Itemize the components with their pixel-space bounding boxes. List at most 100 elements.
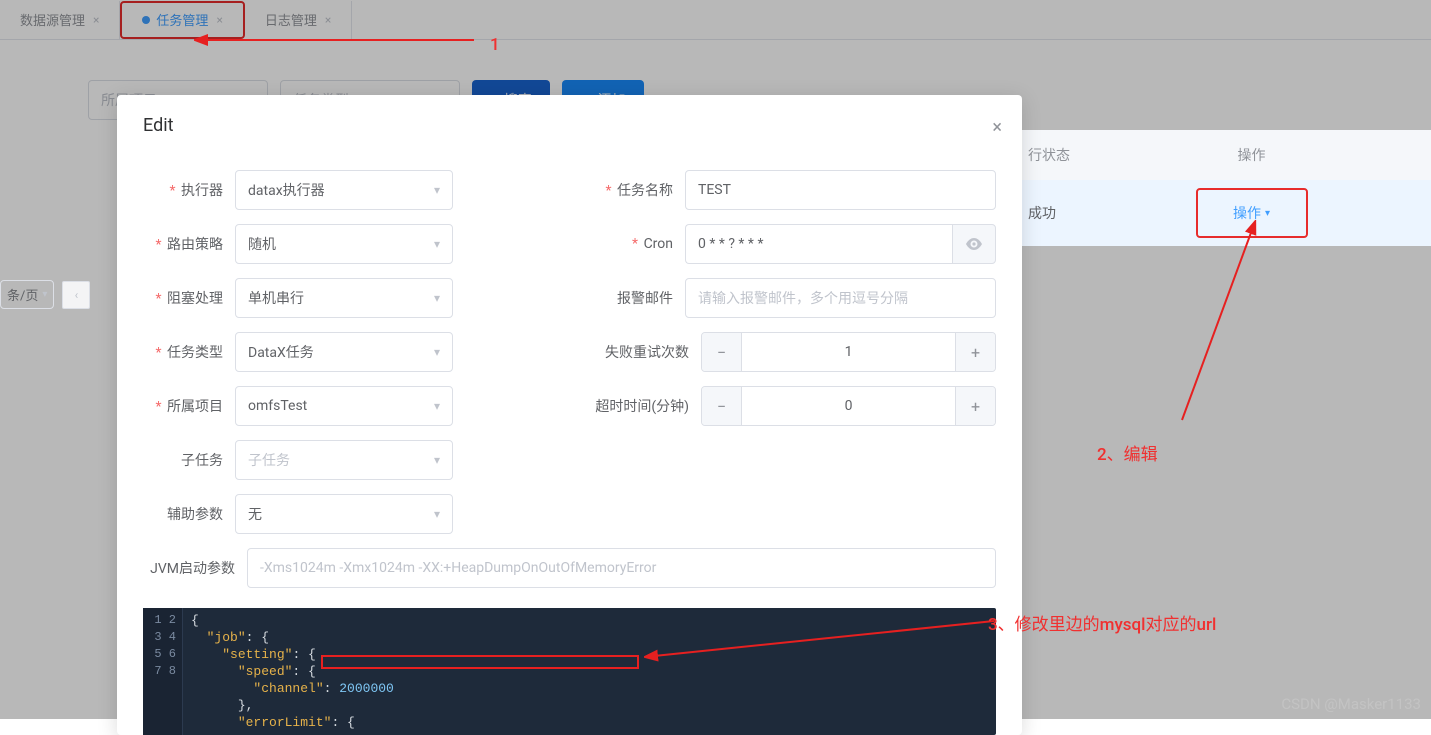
tab-data-source[interactable]: 数据源管理 × <box>0 1 120 39</box>
aux-value: 无 <box>248 504 262 524</box>
jvm-row: JVM启动参数 -Xms1024m -Xmx1024m -XX:+HeapDum… <box>143 548 996 588</box>
project-select[interactable]: omfsTest ▾ <box>235 386 453 426</box>
button-label: 操作 <box>1233 203 1261 223</box>
taskname-value: TEST <box>698 182 731 198</box>
subtask-row: 子任务 子任务 ▾ <box>143 440 453 480</box>
jvm-label: JVM启动参数 <box>143 558 247 578</box>
route-row: 路由策略 随机 ▾ <box>143 224 453 264</box>
executor-row: 执行器 datax执行器 ▾ <box>143 170 453 210</box>
highlight-box <box>321 655 639 669</box>
gutter: 1 2 3 4 5 6 7 8 <box>143 608 183 735</box>
project-label: 所属项目 <box>143 396 235 416</box>
jvm-input[interactable]: -Xms1024m -Xmx1024m -XX:+HeapDumpOnOutOf… <box>247 548 996 588</box>
active-dot-icon <box>142 16 150 24</box>
tab-label: 任务管理 <box>156 10 208 29</box>
left-column: 执行器 datax执行器 ▾ 路由策略 随机 ▾ 阻塞处理 单机串行 ▾ <box>143 170 453 534</box>
per-page-label: 条/页 <box>7 285 38 304</box>
watermark: CSDN @Masker1133 <box>1281 695 1421 713</box>
edit-modal: Edit × 执行器 datax执行器 ▾ 路由策略 随机 ▾ 阻塞处理 <box>117 95 1022 735</box>
project-row: 所属项目 omfsTest ▾ <box>143 386 453 426</box>
executor-value: datax执行器 <box>248 180 325 200</box>
aux-row: 辅助参数 无 ▾ <box>143 494 453 534</box>
tab-task-mgmt[interactable]: 任务管理 × <box>120 1 244 39</box>
operate-button[interactable]: 操作 ▾ <box>1196 188 1308 238</box>
mail-label: 报警邮件 <box>593 288 685 308</box>
close-icon[interactable]: × <box>216 13 222 27</box>
form-grid: 执行器 datax执行器 ▾ 路由策略 随机 ▾ 阻塞处理 单机串行 ▾ <box>143 170 996 534</box>
close-icon[interactable]: × <box>93 13 99 27</box>
route-value: 随机 <box>248 234 276 254</box>
route-label: 路由策略 <box>143 234 235 254</box>
table-row: 成功 操作 ▾ <box>1022 180 1431 246</box>
chevron-down-icon: ▾ <box>434 237 440 251</box>
plus-icon[interactable]: + <box>955 333 995 371</box>
mail-placeholder: 请输入报警邮件，多个用逗号分隔 <box>698 288 908 308</box>
tab-bar: 数据源管理 × 任务管理 × 日志管理 × <box>0 0 1431 40</box>
timeout-label: 超时时间(分钟) <box>593 396 701 416</box>
taskname-label: 任务名称 <box>593 180 685 200</box>
jvm-value: -Xms1024m -Xmx1024m -XX:+HeapDumpOnOutOf… <box>260 560 656 576</box>
tasktype-label: 任务类型 <box>143 342 235 362</box>
timeout-row: 超时时间(分钟) − 0 + <box>593 386 996 426</box>
retry-stepper[interactable]: − 1 + <box>701 332 996 372</box>
table-header: 行状态 操作 <box>1022 130 1431 180</box>
taskname-input[interactable]: TEST <box>685 170 996 210</box>
executor-label: 执行器 <box>143 180 235 200</box>
chevron-down-icon: ▾ <box>434 507 440 521</box>
chevron-down-icon: ▾ <box>434 183 440 197</box>
arrow-2 <box>1082 220 1282 440</box>
minus-icon[interactable]: − <box>702 333 742 371</box>
chevron-down-icon: ▾ <box>434 453 440 467</box>
close-icon[interactable]: × <box>325 13 331 27</box>
block-row: 阻塞处理 单机串行 ▾ <box>143 278 453 318</box>
mail-input[interactable]: 请输入报警邮件，多个用逗号分隔 <box>685 278 996 318</box>
eye-icon[interactable] <box>952 224 996 264</box>
minus-icon[interactable]: − <box>702 387 742 425</box>
annotation-3: 3、修改里边的mysql对应的url <box>988 610 1216 635</box>
tab-label: 数据源管理 <box>20 10 85 29</box>
chevron-down-icon: ▾ <box>42 289 47 300</box>
json-editor[interactable]: 1 2 3 4 5 6 7 8 { "job": { "setting": { … <box>143 608 996 735</box>
timeout-value: 0 <box>742 387 955 425</box>
chevron-down-icon: ▾ <box>434 291 440 305</box>
retry-label: 失败重试次数 <box>593 342 701 362</box>
col-state: 行状态 <box>1022 145 1072 165</box>
block-label: 阻塞处理 <box>143 288 235 308</box>
subtask-label: 子任务 <box>143 450 235 470</box>
prev-page-button[interactable]: ‹ <box>62 281 90 309</box>
plus-icon[interactable]: + <box>955 387 995 425</box>
cron-value: 0 * * ? * * * <box>698 236 763 252</box>
close-icon[interactable]: × <box>992 117 1002 138</box>
subtask-select[interactable]: 子任务 ▾ <box>235 440 453 480</box>
route-select[interactable]: 随机 ▾ <box>235 224 453 264</box>
code-area[interactable]: { "job": { "setting": { "speed": { "chan… <box>183 608 996 735</box>
aux-label: 辅助参数 <box>143 504 235 524</box>
cron-row: Cron 0 * * ? * * * <box>593 224 996 264</box>
chevron-down-icon: ▾ <box>1265 208 1270 219</box>
timeout-stepper[interactable]: − 0 + <box>701 386 996 426</box>
cron-input[interactable]: 0 * * ? * * * <box>685 224 952 264</box>
modal-title: Edit <box>143 115 996 136</box>
block-select[interactable]: 单机串行 ▾ <box>235 278 453 318</box>
chevron-down-icon: ▾ <box>434 345 440 359</box>
project-value: omfsTest <box>248 398 307 414</box>
tab-label: 日志管理 <box>265 10 317 29</box>
block-value: 单机串行 <box>248 288 304 308</box>
table-right-section: 行状态 操作 成功 操作 ▾ <box>1022 130 1431 246</box>
retry-row: 失败重试次数 − 1 + <box>593 332 996 372</box>
executor-select[interactable]: datax执行器 ▾ <box>235 170 453 210</box>
subtask-placeholder: 子任务 <box>248 450 290 470</box>
annotation-2: 2、编辑 <box>1097 440 1158 465</box>
right-column: 任务名称 TEST Cron 0 * * ? * * * 报警邮件 <box>593 170 996 534</box>
tab-log-mgmt[interactable]: 日志管理 × <box>245 1 352 39</box>
per-page-select[interactable]: 条/页 ▾ <box>0 280 54 309</box>
col-op: 操作 <box>1072 145 1431 165</box>
tasktype-select[interactable]: DataX任务 ▾ <box>235 332 453 372</box>
aux-select[interactable]: 无 ▾ <box>235 494 453 534</box>
pager: 条/页 ▾ ‹ <box>0 280 90 309</box>
mail-row: 报警邮件 请输入报警邮件，多个用逗号分隔 <box>593 278 996 318</box>
cell-state: 成功 <box>1022 203 1072 223</box>
tasktype-value: DataX任务 <box>248 342 314 362</box>
chevron-down-icon: ▾ <box>434 399 440 413</box>
tasktype-row: 任务类型 DataX任务 ▾ <box>143 332 453 372</box>
